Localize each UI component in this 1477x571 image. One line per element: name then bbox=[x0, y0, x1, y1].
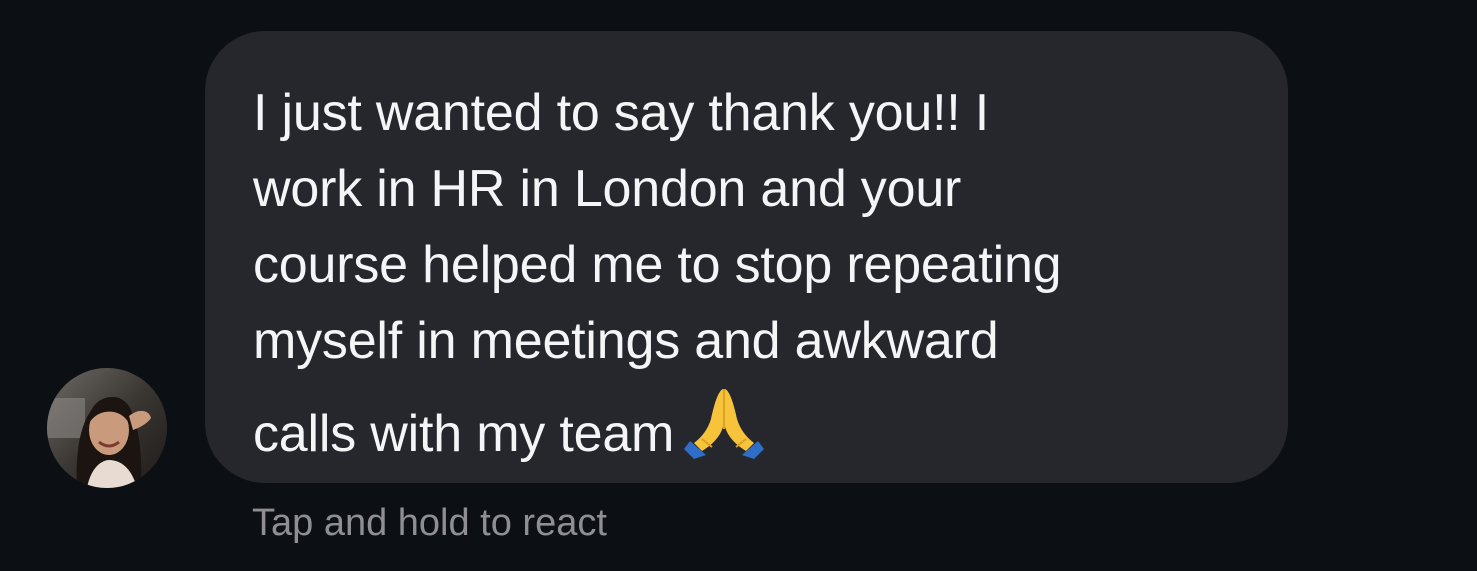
message-line-text: calls with my team bbox=[253, 405, 675, 463]
dm-conversation-view: I just wanted to say thank you!! I work … bbox=[0, 0, 1477, 571]
folded-hands-icon bbox=[684, 379, 765, 459]
tap-and-hold-hint: Tap and hold to react bbox=[252, 502, 607, 544]
message-line-last: calls with my team bbox=[253, 379, 1248, 472]
message-line: work in HR in London and your bbox=[253, 160, 962, 218]
message-line: myself in meetings and awkward bbox=[253, 312, 999, 370]
sender-avatar[interactable] bbox=[47, 368, 167, 488]
avatar-photo bbox=[47, 368, 167, 488]
message-line: course helped me to stop repeating bbox=[253, 236, 1062, 294]
message-line: I just wanted to say thank you!! I bbox=[253, 84, 990, 142]
message-text: I just wanted to say thank you!! I work … bbox=[253, 75, 1248, 472]
message-bubble[interactable]: I just wanted to say thank you!! I work … bbox=[205, 31, 1288, 483]
